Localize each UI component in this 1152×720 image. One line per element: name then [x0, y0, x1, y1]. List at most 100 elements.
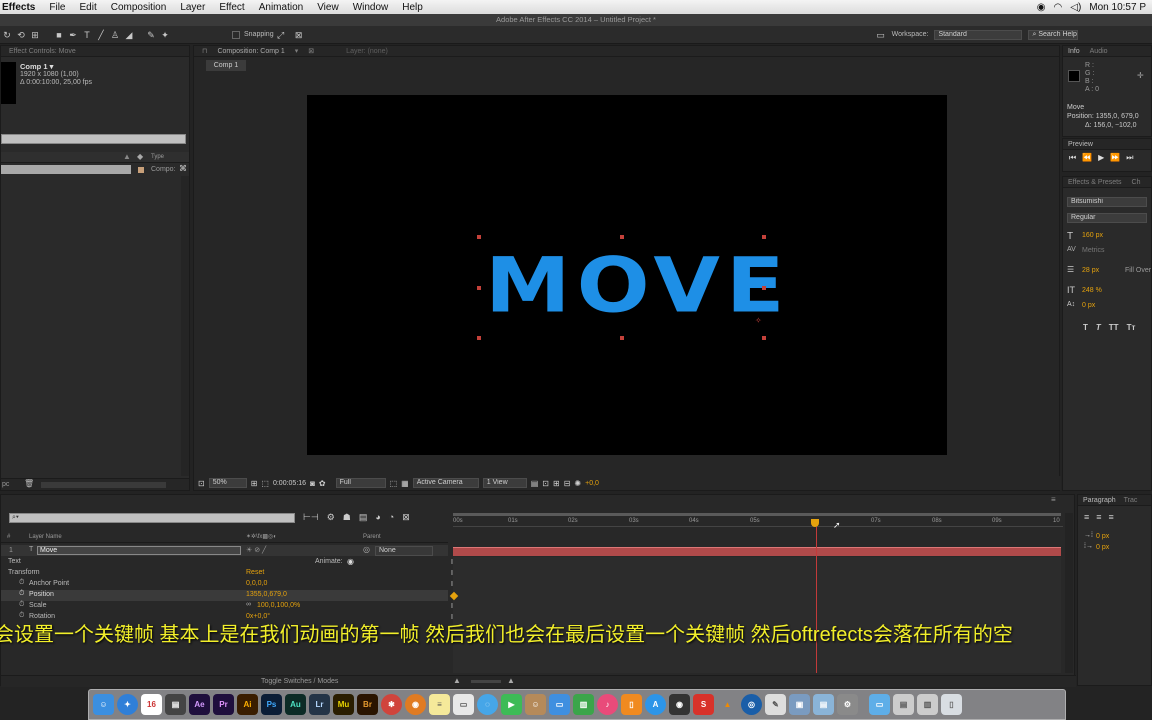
puppet-pin-icon[interactable]: ✦ — [158, 29, 172, 41]
tracker-tab[interactable]: Trac — [1124, 497, 1138, 504]
text-group[interactable]: Text — [8, 558, 21, 565]
move-text-layer[interactable]: MOVE — [485, 246, 791, 325]
layer-tab[interactable]: Layer: (none) — [346, 46, 388, 56]
info-tab[interactable]: Info — [1068, 48, 1080, 55]
prev-frame-icon[interactable]: ⏪ — [1082, 153, 1092, 163]
bpc-label[interactable]: pc — [2, 481, 9, 488]
folder-icon[interactable]: ▭ — [869, 694, 890, 715]
camera-dropdown[interactable]: Active Camera — [412, 478, 479, 488]
layer-row[interactable]: 1 T Move ☀ ⊘ ╱ ◎ None — [1, 545, 448, 556]
app-au[interactable]: Au — [285, 694, 306, 715]
fit-icon[interactable]: ⊞ — [251, 479, 258, 488]
play-icon[interactable]: ▶ — [1098, 153, 1104, 163]
lock-icon[interactable]: ⊓ — [202, 46, 207, 56]
comp-tab-menu-icon[interactable]: ▾ — [295, 46, 299, 56]
animate-label[interactable]: Animate: — [315, 558, 343, 565]
facetime-icon[interactable]: ▶ — [501, 694, 522, 715]
bounding-handle[interactable] — [762, 286, 766, 290]
align-right-icon[interactable]: ≡ — [1109, 512, 1114, 522]
exposure-icon[interactable]: ✺ — [574, 479, 581, 488]
menu-help[interactable]: Help — [395, 2, 430, 13]
character-tab[interactable]: Ch — [1132, 179, 1141, 186]
align-center-icon[interactable]: ≡ — [1096, 512, 1101, 522]
script-icon[interactable]: ✎ — [765, 694, 786, 715]
constrain-link-icon[interactable]: ∞ — [246, 601, 251, 608]
timeline-vscroll[interactable] — [1065, 513, 1073, 673]
workspace-icon[interactable]: ▭ — [874, 29, 888, 41]
time-ruler[interactable]: 00s 01s 02s 03s 04s 05s 07s 08s 09s 10 — [453, 513, 1063, 527]
menu-file[interactable]: File — [42, 2, 72, 13]
region-icon[interactable]: ⬚ — [261, 479, 269, 488]
rotate-icon[interactable]: ↻ — [0, 29, 14, 41]
bounding-handle[interactable] — [620, 336, 624, 340]
next-frame-icon[interactable]: ⏩ — [1110, 153, 1120, 163]
always-preview-icon[interactable]: ⊡ — [198, 479, 205, 488]
stickies-icon[interactable]: ▭ — [453, 694, 474, 715]
project-scrollbar[interactable] — [181, 176, 189, 476]
parent-header[interactable]: Parent — [363, 534, 381, 540]
stroke-width-value[interactable]: 28 px — [1082, 267, 1099, 274]
timeline-search-field[interactable]: ⌕▾ — [9, 513, 295, 523]
project-hscroll[interactable] — [41, 482, 166, 488]
rectangle-tool-icon[interactable]: ■ — [52, 29, 66, 41]
keynote-icon[interactable]: ▭ — [549, 694, 570, 715]
property-value[interactable]: 1355,0,679,0 — [246, 591, 287, 598]
eraser-icon[interactable]: ◢ — [122, 29, 136, 41]
all-caps-icon[interactable]: TT — [1109, 323, 1119, 332]
animate-add-icon[interactable]: ◉ — [347, 557, 354, 566]
ibooks-icon[interactable]: ▯ — [621, 694, 642, 715]
flowchart-icon[interactable]: ⊟ — [564, 479, 571, 488]
toggle-switches-modes[interactable]: Toggle Switches / Modes — [261, 678, 338, 685]
property-value[interactable]: 0,0,0,0 — [246, 580, 267, 587]
faux-italic-icon[interactable]: T — [1096, 323, 1101, 332]
layer-duration-bar[interactable] — [453, 547, 1061, 556]
app-ae[interactable]: Ae — [189, 694, 210, 715]
last-frame-icon[interactable]: ⏭ — [1126, 153, 1133, 163]
views-dropdown[interactable]: 1 View — [482, 478, 527, 488]
indent-first-value[interactable]: 0 px — [1096, 544, 1109, 551]
trash-icon[interactable]: 🗑 — [24, 479, 34, 488]
current-time-indicator-head[interactable] — [811, 519, 819, 527]
font-size-value[interactable]: 160 px — [1082, 232, 1103, 239]
bounding-handle[interactable] — [620, 235, 624, 239]
layer-name-field[interactable]: Move — [37, 546, 241, 555]
lantern-icon[interactable]: ◎ — [741, 694, 762, 715]
menu-animation[interactable]: Animation — [252, 2, 310, 13]
kerning-value[interactable]: Metrics — [1082, 247, 1105, 254]
comp-sub-tab[interactable]: Comp 1 — [206, 60, 246, 71]
comp-mini-flowchart-icon[interactable]: ⊢⊣ — [303, 512, 319, 523]
stopwatch-icon[interactable]: ⏱ — [19, 601, 24, 609]
volume-icon[interactable]: ◁) — [1070, 2, 1081, 13]
property-row-anchor[interactable]: ⏱ Anchor Point 0,0,0,0 — [1, 579, 448, 590]
font-family-dropdown[interactable]: Bitsumishi — [1067, 197, 1147, 207]
shy-layers-icon[interactable]: ☗ — [343, 512, 351, 523]
preview-tab[interactable]: Preview — [1063, 139, 1151, 150]
comp-name[interactable]: Comp 1 ▾ — [20, 62, 53, 71]
frame-blending-icon[interactable]: ▤ — [359, 512, 368, 523]
effects-presets-tab[interactable]: Effects & Presets — [1068, 179, 1122, 186]
wechat-icon[interactable]: ◉ — [669, 694, 690, 715]
downloads-icon[interactable]: ▥ — [917, 694, 938, 715]
draft-3d-icon[interactable]: ⚙ — [327, 512, 335, 523]
parent-dropdown[interactable]: None — [375, 546, 433, 556]
comp-canvas[interactable]: MOVE ✧ — [307, 95, 947, 455]
itunes-icon[interactable]: ♪ — [597, 694, 618, 715]
property-value[interactable]: 100,0,100,0% — [257, 602, 300, 609]
project-item-row[interactable]: Compo: ⌘ — [1, 164, 189, 175]
contacts-icon[interactable]: ☺ — [525, 694, 546, 715]
align-left-icon[interactable]: ≡ — [1084, 512, 1089, 522]
track-area[interactable] — [453, 557, 1061, 673]
snapping-checkbox[interactable] — [232, 30, 240, 39]
app-mu[interactable]: Mu — [333, 694, 354, 715]
bounding-handle[interactable] — [477, 286, 481, 290]
clapper-icon[interactable]: ▤ — [165, 694, 186, 715]
timeline-link-icon[interactable]: ⊞ — [553, 479, 560, 488]
app-br[interactable]: Br — [357, 694, 378, 715]
pen-tool-icon[interactable]: ✒ — [66, 29, 80, 41]
clone-stamp-icon[interactable]: ♙ — [108, 29, 122, 41]
search-help-field[interactable]: ⌕ Search Help — [1028, 29, 1079, 40]
bounding-handle[interactable] — [477, 336, 481, 340]
snapshot-icon[interactable]: ◙ — [310, 479, 315, 488]
bounding-handle[interactable] — [762, 336, 766, 340]
type-tool-icon[interactable]: T — [80, 29, 94, 41]
